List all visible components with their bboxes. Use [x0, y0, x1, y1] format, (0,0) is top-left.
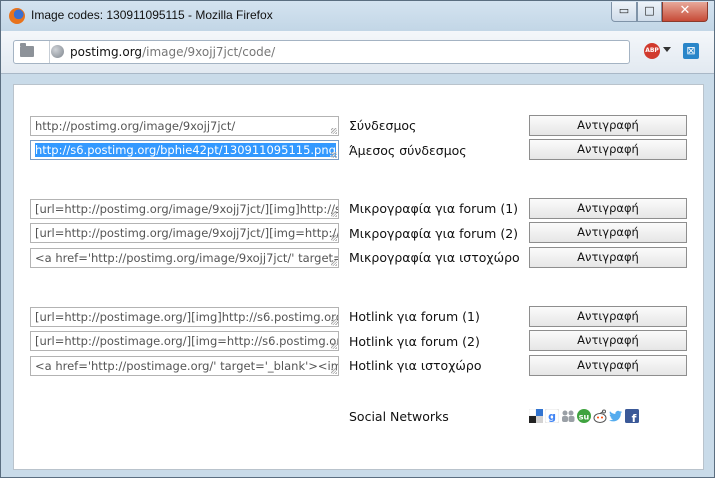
code-field-thumb-forum-1[interactable]: [url=http://postimg.org/image/9xojj7jct/… [30, 199, 339, 219]
maximize-button[interactable]: □ [637, 2, 662, 22]
svg-text:f: f [632, 412, 637, 423]
close-button[interactable]: ✕ [662, 2, 708, 22]
code-text: http://postimg.org/image/9xojj7jct/ [35, 119, 236, 133]
firefox-logo-icon [9, 8, 25, 24]
row-label: Μικρογραφία για ιστοχώρο [349, 250, 520, 265]
social-networks-label: Social Networks [349, 409, 449, 424]
svg-text:g: g [548, 410, 556, 423]
copy-button[interactable]: Αντιγραφή [529, 355, 687, 376]
twitter-icon[interactable] [609, 409, 623, 423]
code-field-thumb-website[interactable]: <a href='http://postimg.org/image/9xojj7… [30, 248, 339, 268]
copy-button[interactable]: Αντιγραφή [529, 306, 687, 327]
folder-icon[interactable] [20, 43, 34, 57]
code-field-thumb-forum-2[interactable]: [url=http://postimg.org/image/9xojj7jct/… [30, 223, 339, 243]
code-field-direct-link[interactable]: http://s6.postimg.org/bphie42pt/13091109… [30, 140, 339, 160]
row-label: Σύνδεσμος [349, 118, 417, 133]
window-title: Image codes: 130911095115 - Mozilla Fire… [31, 8, 273, 22]
copy-button[interactable]: Αντιγραφή [529, 222, 687, 243]
code-field-hotlink-forum-1[interactable]: [url=http://postimage.org/][img]http://s… [30, 307, 339, 327]
code-text: [url=http://postimage.org/][img=http://s… [35, 334, 338, 348]
stumbleupon-icon[interactable]: su [577, 409, 591, 423]
row-label: Hotlink για forum (2) [349, 334, 480, 349]
url-domain: postimg.org [70, 45, 143, 59]
copy-button[interactable]: Αντιγραφή [529, 139, 687, 160]
globe-icon[interactable] [51, 45, 64, 58]
myspace-icon[interactable] [561, 409, 575, 423]
code-text: <a href='http://postimage.org/' target='… [35, 359, 339, 373]
minimize-button[interactable]: ▭ [611, 2, 637, 22]
copy-button[interactable]: Αντιγραφή [529, 330, 687, 351]
url-separator [39, 41, 50, 63]
code-text: [url=http://postimg.org/image/9xojj7jct/… [35, 202, 338, 216]
copy-button[interactable]: Αντιγραφή [529, 247, 687, 268]
google-icon[interactable]: g [544, 408, 560, 424]
reddit-icon[interactable] [593, 409, 607, 423]
navigation-bar: postimg.org/image/9xojj7jct/code/ ABP ⊠ [1, 31, 714, 74]
copy-button[interactable]: Αντιγραφή [529, 198, 687, 219]
row-label: Hotlink για ιστοχώρο [349, 358, 482, 373]
delicious-icon[interactable] [528, 408, 543, 423]
url-path: /image/9xojj7jct/code/ [142, 45, 276, 59]
code-text: [url=http://postimg.org/image/9xojj7jct/… [35, 226, 339, 240]
row-label: Μικρογραφία για forum (2) [349, 226, 519, 241]
title-bar: Image codes: 130911095115 - Mozilla Fire… [1, 1, 714, 31]
row-label: Hotlink για forum (1) [349, 309, 480, 324]
url-text[interactable]: postimg.org/image/9xojj7jct/code/ [70, 45, 275, 59]
chevron-down-icon[interactable] [663, 47, 671, 52]
row-label: Μικρογραφία για forum (1) [349, 201, 519, 216]
code-field-link[interactable]: http://postimg.org/image/9xojj7jct/ [30, 116, 339, 136]
url-bar[interactable]: postimg.org/image/9xojj7jct/code/ [13, 40, 630, 64]
extension-icon[interactable]: ⊠ [683, 43, 699, 59]
code-field-hotlink-website[interactable]: <a href='http://postimage.org/' target='… [30, 356, 339, 376]
code-text-selected: http://s6.postimg.org/bphie42pt/13091109… [35, 143, 336, 157]
code-text: [url=http://postimage.org/][img]http://s… [35, 310, 338, 324]
firefox-window: Image codes: 130911095115 - Mozilla Fire… [0, 0, 715, 478]
code-field-hotlink-forum-2[interactable]: [url=http://postimage.org/][img=http://s… [30, 331, 339, 351]
code-text: <a href='http://postimg.org/image/9xojj7… [35, 251, 338, 265]
row-label: Άμεσος σύνδεσμος [349, 143, 467, 158]
facebook-icon[interactable]: f [625, 409, 639, 425]
adblock-icon[interactable]: ABP [644, 43, 660, 59]
svg-text:su: su [579, 413, 590, 422]
copy-button[interactable]: Αντιγραφή [529, 115, 687, 136]
